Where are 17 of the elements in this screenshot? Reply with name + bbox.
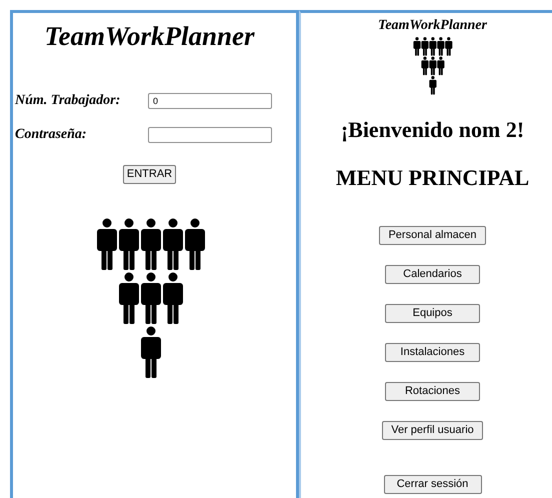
menu-button[interactable]: Ver perfil usuario xyxy=(382,421,483,440)
menu-heading: MENU PRINCIPAL xyxy=(336,167,530,190)
menu-button[interactable]: Calendarios xyxy=(385,265,480,284)
field-label: Núm. Trabajador: xyxy=(15,92,122,110)
app-title: TeamWorkPlanner xyxy=(43,23,256,50)
welcome-heading: ¡Bienvenido nom 2! xyxy=(340,119,524,142)
menu-app-title: TeamWorkPlanner xyxy=(378,19,487,33)
menu-button[interactable]: Rotaciones xyxy=(385,382,480,402)
logout-button[interactable]: Cerrar sessión xyxy=(384,475,482,494)
people-logo-drawing xyxy=(412,37,454,98)
menu-button[interactable]: Personal almacen xyxy=(379,226,486,246)
menu-button[interactable]: Equipos xyxy=(385,304,480,324)
input-field[interactable]: 0 xyxy=(148,92,272,108)
login-button[interactable]: ENTRAR xyxy=(122,165,176,184)
input-field[interactable] xyxy=(148,126,272,142)
menu-button[interactable]: Instalaciones xyxy=(385,343,480,362)
field-label: Contraseña: xyxy=(15,126,88,144)
